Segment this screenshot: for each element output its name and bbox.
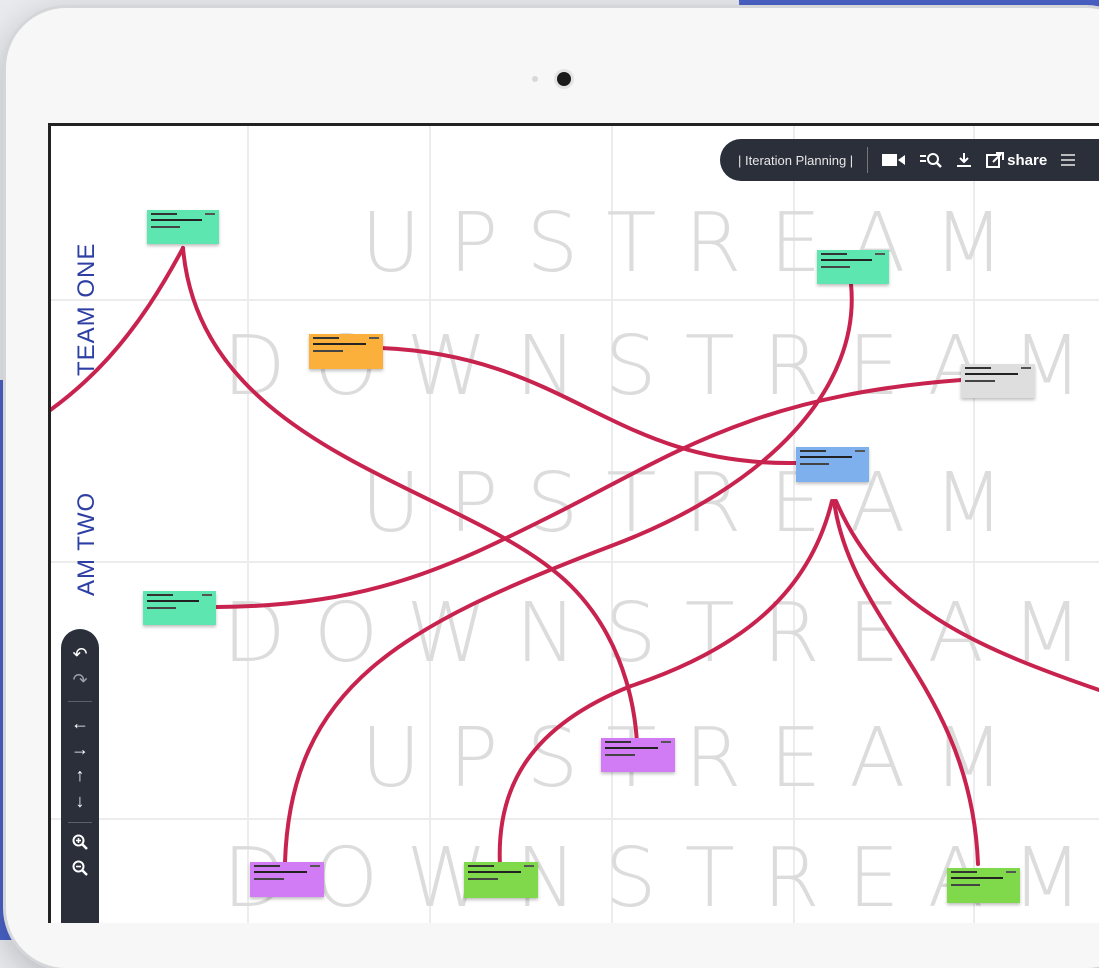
sticky-note[interactable] [309,334,383,369]
arrow-left-icon[interactable]: ← [61,710,99,736]
dependency-link [832,499,980,866]
note-text-line [151,226,180,228]
note-text-line [468,865,495,867]
share-label: share [1007,151,1048,169]
note-text-line [951,884,981,886]
note-text-line [147,600,199,602]
tablet-sensor [532,76,538,82]
dependency-link [51,246,185,413]
sticky-note[interactable] [250,862,324,897]
share-icon [986,152,1005,168]
note-menu-icon[interactable] [205,213,215,215]
navigation-toolbar: ↶ ↷ ← → ↑ ↓ [61,629,99,923]
zoom-in-icon[interactable] [61,831,99,857]
planning-board[interactable]: UPSTREAM DOWNSTREAM UPSTREAM DOWNSTREAM … [48,123,1099,923]
note-text-line [951,877,1003,879]
note-menu-icon[interactable] [855,450,865,452]
note-menu-icon[interactable] [369,337,379,339]
toolbar-divider [68,701,92,702]
dependency-link [379,346,798,466]
zoom-out-icon[interactable] [61,857,99,883]
note-text-line [313,337,340,339]
note-menu-icon[interactable] [202,594,212,596]
sticky-note[interactable] [961,364,1035,398]
note-text-line [965,380,995,382]
sticky-note[interactable] [147,210,219,244]
note-text-line [605,747,658,749]
dependency-link [283,282,854,864]
download-icon[interactable] [956,152,972,168]
note-text-line [151,219,203,221]
redo-icon[interactable]: ↷ [61,667,99,693]
dependency-link [181,246,639,745]
note-text-line [821,253,847,255]
note-text-line [147,594,173,596]
note-text-line [605,754,635,756]
note-text-line [254,871,307,873]
dependency-link [834,499,1099,693]
note-text-line [800,463,830,465]
note-menu-icon[interactable] [524,865,534,867]
sticky-note[interactable] [817,250,889,284]
board-toolbar: | Iteration Planning | share [720,139,1099,181]
note-text-line [800,450,826,452]
note-text-line [605,741,632,743]
toolbar-divider [867,147,869,173]
note-menu-icon[interactable] [661,741,671,743]
note-text-line [821,266,850,268]
note-text-line [821,259,873,261]
dependency-links [51,246,1099,868]
note-text-line [254,865,281,867]
sticky-note[interactable] [143,591,216,625]
note-menu-icon[interactable] [1021,367,1031,369]
board-title[interactable]: | Iteration Planning | [738,153,853,168]
tablet-camera [557,72,571,86]
note-text-line [147,607,177,609]
sticky-note[interactable] [947,868,1020,903]
menu-icon[interactable] [1061,154,1076,166]
note-text-line [151,213,177,215]
sticky-note[interactable] [464,862,538,898]
note-text-line [254,878,284,880]
note-text-line [965,373,1018,375]
note-menu-icon[interactable] [1006,871,1016,873]
arrow-up-icon[interactable]: ↑ [61,762,99,788]
note-text-line [951,871,977,873]
note-text-line [313,350,343,352]
undo-icon[interactable]: ↶ [61,641,99,667]
search-filter-icon[interactable] [920,151,943,169]
toolbar-divider [68,822,92,823]
dependency-link [497,499,834,868]
note-text-line [800,456,852,458]
arrow-right-icon[interactable]: → [61,736,99,762]
share-button[interactable]: share [986,152,1047,169]
note-text-line [965,367,992,369]
note-text-line [468,871,521,873]
note-menu-icon[interactable] [310,865,320,867]
sticky-note[interactable] [601,738,675,772]
note-text-line [468,878,498,880]
arrow-down-icon[interactable]: ↓ [61,788,99,814]
note-text-line [313,343,366,345]
sticky-note[interactable] [796,447,869,482]
dependency-link [215,378,963,609]
video-icon[interactable] [882,152,906,168]
note-menu-icon[interactable] [875,253,885,255]
